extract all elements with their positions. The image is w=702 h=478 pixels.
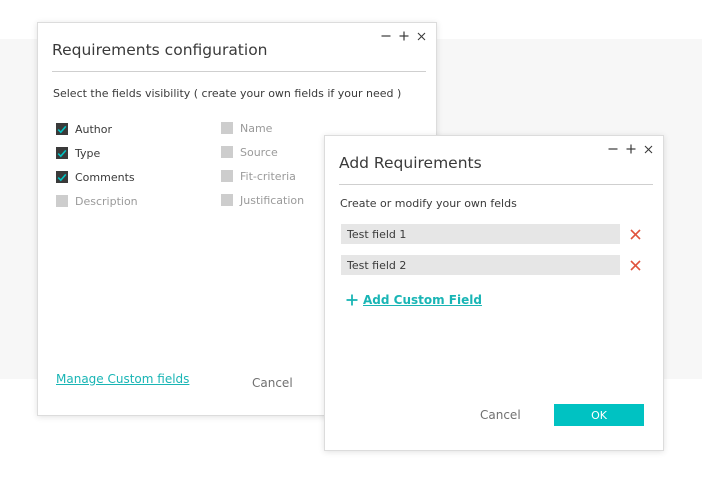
maximize-button[interactable] [624, 142, 637, 156]
close-button[interactable] [415, 29, 428, 43]
minimize-icon [608, 148, 617, 150]
checkbox-name[interactable] [221, 122, 233, 134]
checkbox-source[interactable] [221, 146, 233, 158]
title-divider [52, 71, 426, 72]
field-toggle-description[interactable]: Description [56, 194, 138, 208]
close-icon [417, 32, 426, 40]
check-icon [57, 149, 67, 157]
field-toggle-comments[interactable]: Comments [56, 170, 135, 184]
check-icon [57, 125, 67, 133]
checkbox-description[interactable] [56, 195, 68, 207]
manage-custom-fields-link[interactable]: Manage Custom fields [56, 372, 189, 386]
checkbox-label: Fit-criteria [240, 169, 296, 183]
field-toggle-name[interactable]: Name [221, 121, 272, 135]
maximize-button[interactable] [397, 29, 410, 43]
checkbox-author[interactable] [56, 123, 68, 135]
check-icon [57, 173, 67, 181]
plus-icon [626, 144, 635, 154]
dialog-subtitle: Create or modify your own felds [340, 197, 517, 210]
window-controls [606, 142, 655, 156]
dialog-title: Add Requirements [339, 154, 482, 172]
ok-button[interactable]: OK [554, 404, 644, 426]
minimize-button[interactable] [379, 29, 392, 43]
plus-icon [399, 31, 408, 41]
close-icon [644, 145, 653, 153]
add-custom-field-label: Add Custom Field [363, 293, 482, 307]
checkbox-label: Comments [75, 170, 135, 184]
plus-icon [345, 294, 358, 307]
close-button[interactable] [642, 142, 655, 156]
checkbox-label: Name [240, 121, 273, 135]
cancel-button[interactable]: Cancel [252, 376, 293, 390]
custom-field-row [341, 224, 651, 244]
checkbox-comments[interactable] [56, 171, 68, 183]
custom-field-input[interactable] [341, 255, 620, 275]
delete-field-button[interactable] [628, 227, 642, 241]
checkbox-type[interactable] [56, 147, 68, 159]
add-custom-field-button[interactable]: Add Custom Field [345, 293, 482, 307]
field-toggle-type[interactable]: Type [56, 146, 100, 160]
custom-field-input[interactable] [341, 224, 620, 244]
checkbox-label: Type [75, 146, 101, 160]
checkbox-justification[interactable] [221, 194, 233, 206]
cancel-button[interactable]: Cancel [480, 408, 521, 422]
checkbox-fit-criteria[interactable] [221, 170, 233, 182]
title-divider [339, 184, 653, 185]
add-requirements-dialog: Add Requirements Create or modify your o… [324, 135, 664, 451]
field-toggle-source[interactable]: Source [221, 145, 278, 159]
checkbox-label: Justification [240, 193, 305, 207]
field-toggle-author[interactable]: Author [56, 122, 112, 136]
dialog-title: Requirements configuration [52, 41, 268, 59]
minimize-icon [381, 35, 390, 37]
checkbox-label: Description [75, 194, 138, 208]
checkbox-label: Author [75, 122, 113, 136]
custom-field-row [341, 255, 651, 275]
checkbox-label: Source [240, 145, 278, 159]
delete-x-icon [629, 259, 641, 271]
delete-x-icon [629, 228, 641, 240]
minimize-button[interactable] [606, 142, 619, 156]
field-toggle-justification[interactable]: Justification [221, 193, 304, 207]
window-controls [379, 29, 428, 43]
dialog-subtitle: Select the fields visibility ( create yo… [53, 87, 402, 100]
field-toggle-fit-criteria[interactable]: Fit-criteria [221, 169, 296, 183]
delete-field-button[interactable] [628, 258, 642, 272]
